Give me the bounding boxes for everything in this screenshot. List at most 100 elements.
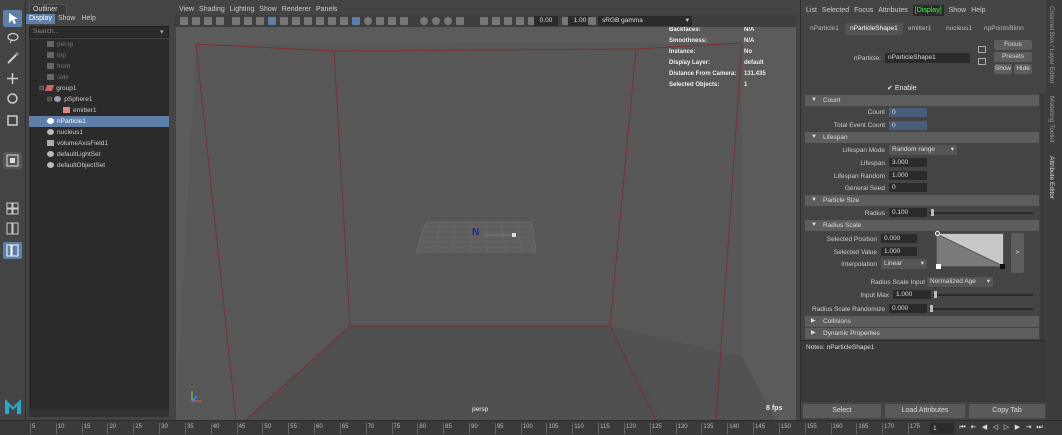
textured-icon[interactable] <box>304 17 312 25</box>
ae-menu-show[interactable]: Show <box>949 5 967 16</box>
ae-menu-list[interactable]: List <box>806 5 817 16</box>
shadows-icon[interactable] <box>328 17 336 25</box>
list-item[interactable]: nucleus1 <box>29 127 165 138</box>
copy-tab-button[interactable]: Copy Tab <box>969 404 1045 418</box>
play-backward-icon[interactable]: ◁ <box>991 423 1000 433</box>
single-view-layout-icon[interactable] <box>3 152 22 169</box>
radius-slider[interactable] <box>929 212 1033 214</box>
step-forward-key-icon[interactable]: ⇥ <box>1024 423 1033 433</box>
antialias-icon[interactable] <box>400 17 408 25</box>
viewport-menu-shading[interactable]: Shading <box>199 4 225 15</box>
motion-blur-icon[interactable] <box>420 17 428 25</box>
ramp-point-start[interactable] <box>935 231 940 236</box>
smooth-shade-icon[interactable] <box>280 17 288 25</box>
list-item[interactable]: ⊟ group1 <box>29 83 165 94</box>
go-to-start-icon[interactable]: ⏮ <box>958 423 967 433</box>
list-item[interactable]: persp <box>29 39 165 50</box>
xray-icon[interactable] <box>364 17 372 25</box>
select-button[interactable]: Select <box>803 404 881 418</box>
vp-bookmark-icon[interactable] <box>504 17 512 25</box>
go-to-input-icon[interactable] <box>978 46 986 53</box>
input-max-slider-handle[interactable] <box>934 291 937 298</box>
exposure-field[interactable]: 0.00 <box>534 16 558 26</box>
list-item[interactable]: defaultLightSet <box>29 149 165 160</box>
screen-space-icon[interactable] <box>444 17 452 25</box>
radius-field[interactable]: 0.100 <box>889 208 927 217</box>
isolate-icon[interactable] <box>456 17 464 25</box>
list-item[interactable]: nParticle1 <box>29 116 169 127</box>
interpolation-dropdown[interactable]: Linear <box>881 259 927 269</box>
ae-menu-help[interactable]: Help <box>971 5 985 16</box>
film-gate-icon[interactable] <box>244 17 252 25</box>
hide-button[interactable]: Hide <box>1014 64 1032 74</box>
lifespan-mode-dropdown[interactable]: Random range <box>889 145 957 155</box>
radius-slider-handle[interactable] <box>931 209 934 216</box>
list-item[interactable]: front <box>29 61 165 72</box>
resolution-gate-icon[interactable] <box>256 17 264 25</box>
vp-settings-icon[interactable] <box>480 17 488 25</box>
outliner-menu-help[interactable]: Help <box>78 14 98 24</box>
section-count[interactable]: ▼ Count <box>805 95 1039 106</box>
radius-scale-randomize-handle[interactable] <box>930 305 933 312</box>
step-back-key-icon[interactable]: ⇤ <box>969 423 978 433</box>
expand-minus-icon[interactable]: ⊟ <box>47 96 54 103</box>
input-max-field[interactable]: 1.000 <box>893 290 931 299</box>
viewport-menu-lighting[interactable]: Lighting <box>230 4 255 15</box>
wireframe-on-shaded-icon[interactable] <box>292 17 300 25</box>
ae-menu-display[interactable]: [Display] <box>912 5 944 16</box>
ae-menu-focus[interactable]: Focus <box>854 5 873 16</box>
nucleus-locator[interactable]: N <box>472 227 479 238</box>
section-lifespan[interactable]: ▼ Lifespan <box>805 132 1039 143</box>
radius-scale-input-dropdown[interactable]: Normalized Age <box>927 277 993 287</box>
camera-select-icon[interactable] <box>180 17 188 25</box>
select-tool-icon[interactable] <box>3 10 22 27</box>
notes-area[interactable]: Notes: nParticleShape1 <box>801 340 1046 402</box>
tab-emitter1[interactable]: emitter1 <box>903 23 936 35</box>
section-dynamic-properties[interactable]: ▶ Dynamic Properties <box>805 328 1039 339</box>
tab-nparticle1[interactable]: nParticle1 <box>805 23 844 35</box>
ramp-marker-end[interactable] <box>1000 264 1005 269</box>
tab-nucleus1[interactable]: nucleus1 <box>941 23 977 35</box>
bookmark-icon[interactable] <box>204 17 212 25</box>
ambient-occlusion-icon[interactable] <box>340 17 348 25</box>
color-space-dropdown[interactable]: sRGB gamma ▾ <box>598 16 692 26</box>
paint-select-tool-icon[interactable] <box>3 50 22 67</box>
show-button[interactable]: Show <box>994 64 1012 74</box>
depth-of-field-icon[interactable] <box>432 17 440 25</box>
ramp-expand-button[interactable]: > <box>1011 233 1024 273</box>
section-collisions[interactable]: ▶ Collisions <box>805 316 1039 327</box>
tab-nppointsblinn[interactable]: npPointsBlinn <box>979 23 1029 35</box>
move-tool-icon[interactable] <box>3 70 22 87</box>
list-item[interactable]: defaultObjectSet <box>29 160 165 171</box>
grid-icon[interactable] <box>232 17 240 25</box>
tab-channel-box[interactable]: Channel Box / Layer Editor <box>1048 6 1055 84</box>
list-item[interactable]: emitter1 <box>29 105 165 116</box>
wireframe-icon[interactable] <box>268 17 276 25</box>
outliner-tab[interactable]: Outliner <box>29 4 67 14</box>
lights-icon[interactable] <box>316 17 324 25</box>
ae-menu-selected[interactable]: Selected <box>822 5 849 16</box>
tab-nparticleshape1[interactable]: nParticleShape1 <box>845 23 903 35</box>
step-back-icon[interactable]: ◀ <box>980 423 989 433</box>
viewport-menu-view[interactable]: View <box>179 4 194 15</box>
selected-position-field[interactable]: 0.000 <box>881 234 917 243</box>
viewport-scene[interactable]: N Backfaces: Smoothness: Instance: Displ… <box>176 27 796 420</box>
radius-scale-randomize-field[interactable]: 0.000 <box>889 304 927 313</box>
general-seed-field[interactable]: 0 <box>889 183 927 192</box>
enable-checkbox[interactable]: ✔ Enable <box>887 84 917 92</box>
time-slider[interactable]: 5 10 15 20 25 30 35 40 45 50 55 60 65 70 75 80 85 90 95 100… <box>0 420 1062 435</box>
outliner-menu-display[interactable]: Display <box>26 14 55 24</box>
node-name-field[interactable]: nParticleShape1 <box>885 53 970 63</box>
vp-stereo-icon[interactable] <box>516 17 524 25</box>
isolate-select-icon[interactable] <box>376 17 384 25</box>
go-to-output-icon[interactable] <box>978 58 986 65</box>
camera-attributes-icon[interactable] <box>192 17 200 25</box>
color-management-icon[interactable] <box>588 17 596 25</box>
rotate-tool-icon[interactable] <box>3 90 22 107</box>
ramp-marker-start[interactable] <box>936 264 941 269</box>
ae-menu-attributes[interactable]: Attributes <box>878 5 908 16</box>
lifespan-random-field[interactable]: 1.000 <box>889 171 927 180</box>
xray-active-icon[interactable] <box>352 17 360 25</box>
scale-tool-icon[interactable] <box>3 112 22 129</box>
outliner-menu-show[interactable]: Show <box>55 14 79 24</box>
